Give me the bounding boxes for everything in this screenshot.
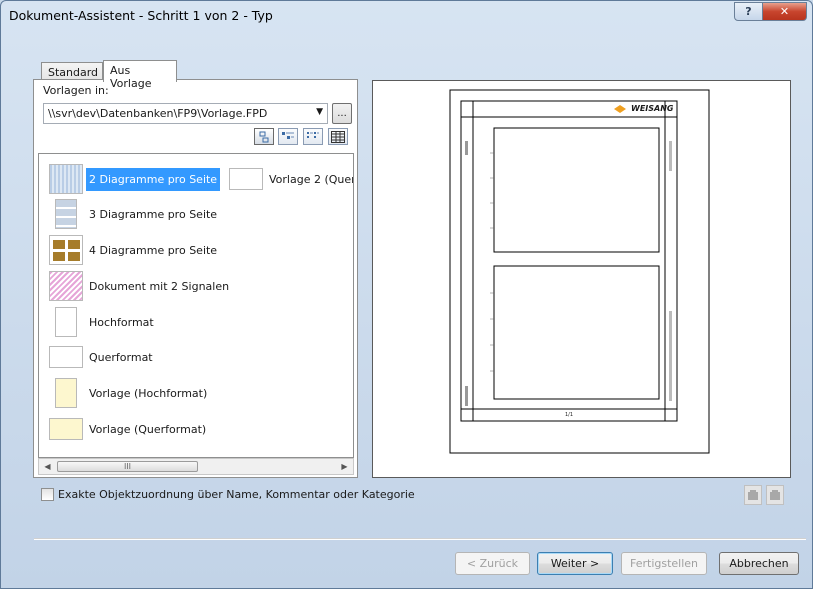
list-item[interactable]: 3 Diagramme pro Seite [49,199,220,229]
list-item-label: 4 Diagramme pro Seite [89,243,218,257]
question-icon: ? [745,5,752,18]
details-view-icon [331,130,345,143]
list-item-label: Vorlage (Hochformat) [89,386,208,400]
portrait-yellow-thumb-icon [55,378,77,408]
list-item-label: Querformat [89,350,153,364]
list-item-label: Dokument mit 2 Signalen [89,279,230,293]
scroll-right-icon[interactable]: ▶ [337,460,352,473]
list-view-icon [307,131,319,138]
list-item[interactable]: Dokument mit 2 Signalen [49,271,232,301]
list-item-label: Hochformat [89,315,154,329]
cancel-button[interactable]: Abbrechen [719,552,799,575]
three-charts-thumb-icon [55,199,77,229]
list-item[interactable]: Querformat [49,342,156,372]
template-list-hscrollbar[interactable]: ◀ III ▶ [38,458,354,475]
large-icons-view-icon [259,131,269,142]
list-view-button[interactable] [303,128,323,145]
page-preview-drawing [449,89,710,454]
landscape-yellow-thumb-icon [49,418,83,440]
large-icons-view-button[interactable] [254,128,274,145]
list-item[interactable]: Vorlage (Querformat) [49,414,209,444]
list-item[interactable]: 4 Diagramme pro Seite [49,235,220,265]
close-icon: ✕ [779,5,790,18]
chevron-down-icon[interactable]: ▼ [316,107,323,117]
tab-aus-vorlage[interactable]: Aus Vorlage [103,60,177,90]
close-button[interactable]: ✕ [762,2,807,21]
list-item-label: 2 Diagramme pro Seite [86,167,221,191]
scrollbar-thumb[interactable]: III [57,461,198,472]
assign-objects-icon [748,490,758,500]
list-item-label: 3 Diagramme pro Seite [89,207,218,221]
finish-button[interactable]: Fertigstellen [621,552,707,575]
help-button[interactable]: ? [734,2,763,21]
preview-logo-text: WEISANG [631,104,674,113]
list-item[interactable]: Vorlage (Hochformat) [49,378,210,408]
browse-button[interactable]: ... [332,103,352,124]
landscape-blank-thumb-icon [229,168,263,190]
next-button[interactable]: Weiter > [537,552,613,575]
object-assign-options-button[interactable] [766,485,784,505]
exact-assignment-checkbox[interactable] [41,488,54,501]
title-bar[interactable]: Dokument-Assistent - Schritt 1 von 2 - T… [1,1,812,31]
list-item[interactable]: Hochformat [49,307,157,337]
list-item-label: Vorlage 2 (Quer [269,172,354,186]
object-assign-button[interactable] [744,485,762,505]
four-charts-thumb-icon [49,235,83,265]
templates-folder-label: Vorlagen in: [43,84,109,97]
template-preview: WEISANG 1/1 [372,80,791,478]
signals-thumb-icon [49,271,83,301]
exact-assignment-option[interactable]: Exakte Objektzuordnung über Name, Kommen… [41,488,415,501]
back-button[interactable]: < Zurück [455,552,530,575]
list-item[interactable]: Vorlage 2 (Quer [229,164,354,194]
template-list[interactable]: 2 Diagramme pro Seite Vorlage 2 (Quer 3 … [38,153,354,458]
templates-folder-path: \\svr\dev\Datenbanken\FP9\Vorlage.FPD [48,107,268,120]
assign-options-icon [770,490,780,500]
scroll-left-icon[interactable]: ◀ [40,460,55,473]
small-icons-view-icon [282,131,294,139]
button-separator [34,538,806,540]
scrollbar-grip: III [123,462,132,471]
portrait-thumb-icon [55,307,77,337]
details-view-button[interactable] [328,128,348,145]
preview-page-number: 1/1 [565,412,574,418]
landscape-thumb-icon [49,346,83,368]
list-item-label: Vorlage (Querformat) [89,422,207,436]
templates-folder-combo[interactable]: \\svr\dev\Datenbanken\FP9\Vorlage.FPD ▼ [43,103,328,124]
exact-assignment-label: Exakte Objektzuordnung über Name, Kommen… [58,488,415,501]
small-icons-view-button[interactable] [278,128,298,145]
list-item[interactable]: 2 Diagramme pro Seite [49,164,221,194]
two-charts-thumb-icon [49,164,83,194]
window-title: Dokument-Assistent - Schritt 1 von 2 - T… [9,8,273,23]
